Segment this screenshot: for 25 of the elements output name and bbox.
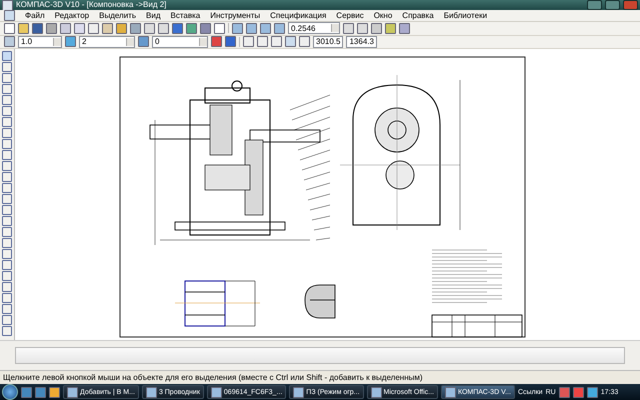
- zoom-field[interactable]: 0.2546: [288, 22, 340, 34]
- menu-item[interactable]: Справка: [402, 11, 434, 20]
- menu-item[interactable]: Инструменты: [210, 11, 260, 20]
- menu-item[interactable]: Выделить: [99, 11, 136, 20]
- menu-item[interactable]: Вид: [146, 11, 160, 20]
- y-coordinate-field[interactable]: 1364.3: [346, 36, 377, 48]
- notes-drawing: [432, 250, 502, 303]
- section-b-drawing: [304, 284, 336, 319]
- close-button[interactable]: [623, 0, 638, 10]
- layer-field[interactable]: 2: [79, 36, 135, 48]
- window-title: КОМПАС-3D V10 - [Компоновка ->Вид 2]: [16, 0, 168, 10]
- style-field[interactable]: 0: [152, 36, 208, 48]
- menu-item[interactable]: Окно: [374, 11, 392, 20]
- menu-item[interactable]: Сервис: [336, 11, 364, 20]
- status-text: Щелкните левой кнопкой мыши на объекте для его выделения (вместе с Ctrl или Shift - добавить к выделенным): [3, 373, 423, 382]
- line-scale-field[interactable]: 1.0: [18, 36, 62, 48]
- menu-item[interactable]: Вставка: [170, 11, 200, 20]
- menu-item[interactable]: Файл: [25, 11, 45, 20]
- menu-item[interactable]: Спецификация: [270, 11, 326, 20]
- start-button[interactable]: [2, 384, 18, 400]
- menu-item[interactable]: Библиотеки: [444, 11, 488, 20]
- maximize-button[interactable]: [605, 0, 620, 10]
- x-coordinate-field[interactable]: 3010.5: [313, 36, 344, 48]
- menu-item[interactable]: Редактор: [54, 11, 90, 20]
- minimize-button[interactable]: [587, 0, 602, 10]
